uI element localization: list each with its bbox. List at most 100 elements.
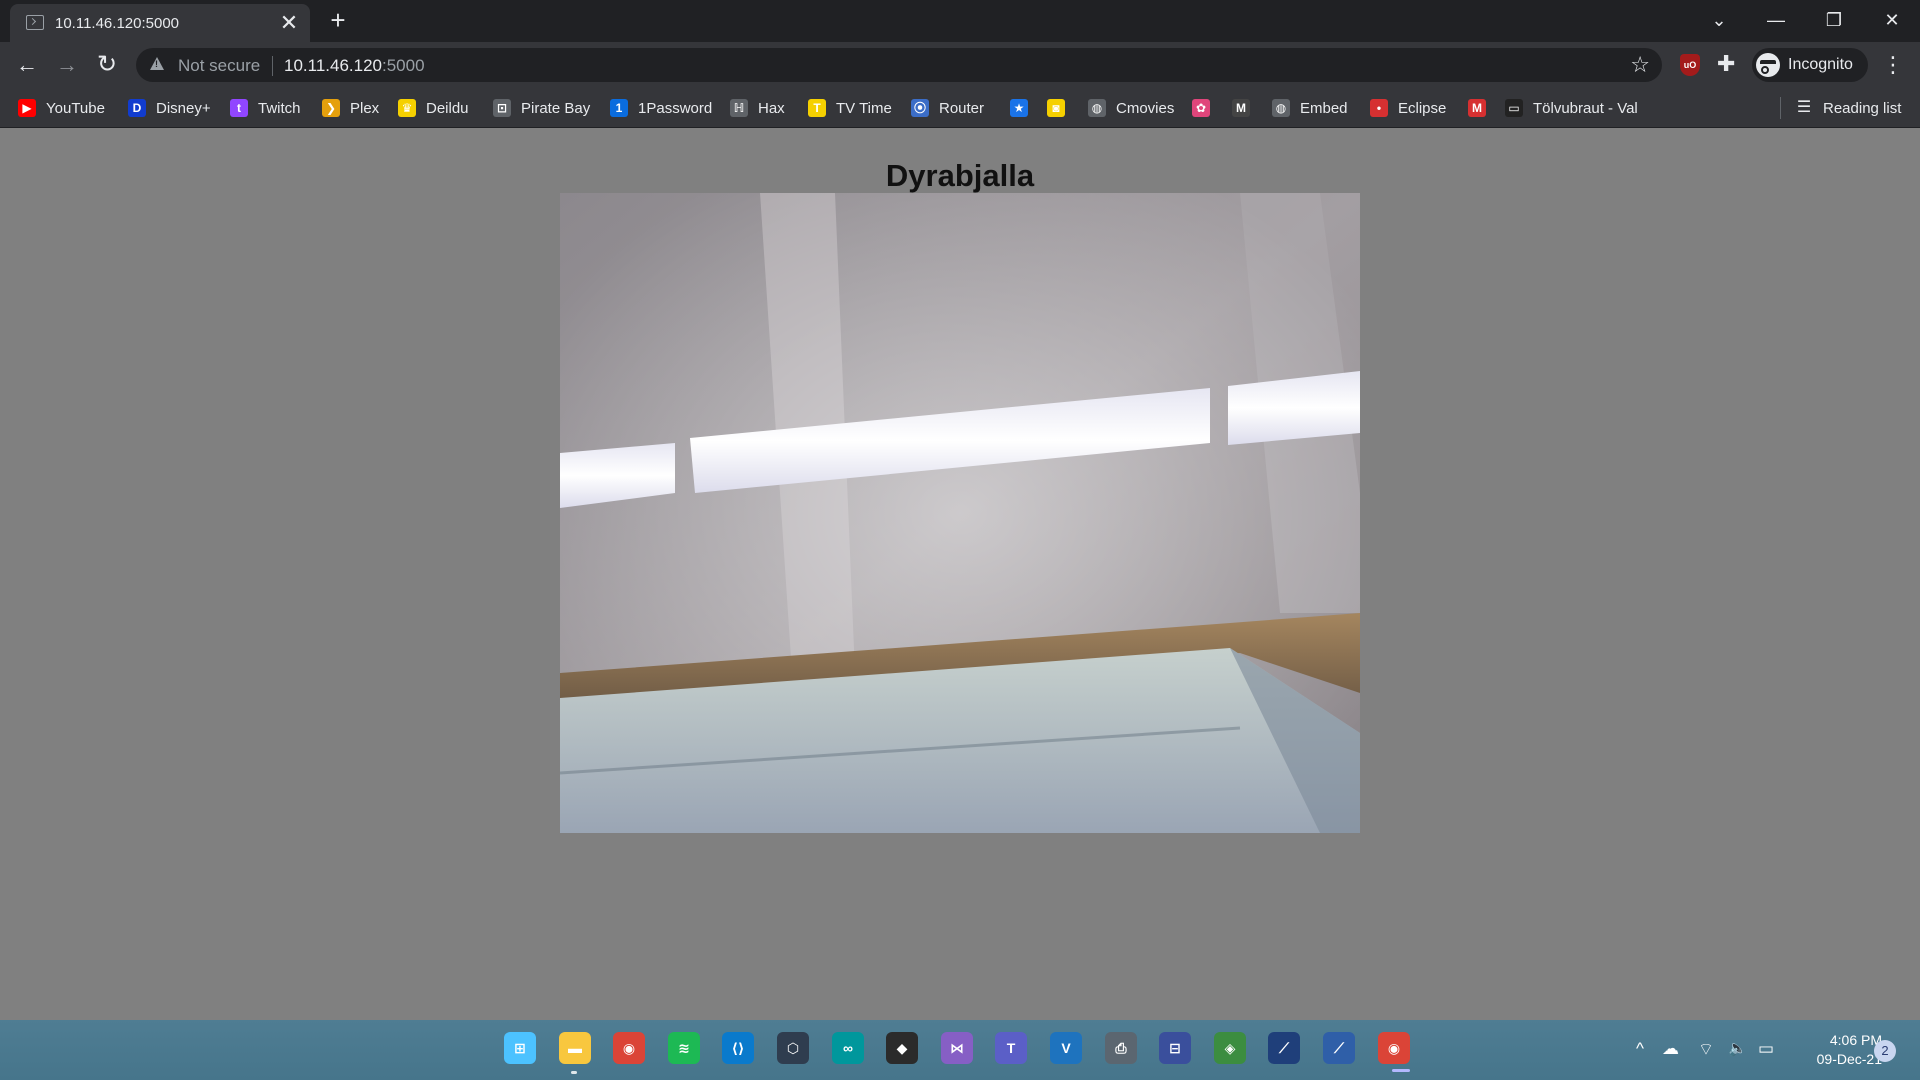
bookmark-item[interactable]: • Eclipse bbox=[1370, 96, 1446, 120]
taskbar-app-glyph: ◆ bbox=[896, 1040, 908, 1056]
url-port: :5000 bbox=[382, 56, 425, 75]
bookmark-item[interactable]: ◙ bbox=[1047, 96, 1065, 120]
bookmarks-separator bbox=[1780, 97, 1781, 119]
address-bar[interactable]: Not secure 10.11.46.120:5000 ☆ bbox=[136, 48, 1662, 82]
bookmark-item[interactable]: T TV Time bbox=[808, 96, 892, 120]
app-blue-1-icon[interactable]: ⟋ bbox=[1268, 1032, 1300, 1064]
visual-studio-icon[interactable]: ⋈ bbox=[941, 1032, 973, 1064]
bookmark-item[interactable]: t Twitch bbox=[230, 96, 301, 120]
close-tab-icon[interactable]: ✕ bbox=[278, 12, 300, 34]
bookmark-item[interactable]: ❯ Plex bbox=[322, 96, 379, 120]
taskbar-app-glyph: ⋈ bbox=[950, 1040, 964, 1056]
bookmark-label: Twitch bbox=[258, 99, 301, 117]
teams-icon[interactable]: T bbox=[995, 1032, 1027, 1064]
close-window-button[interactable]: ✕ bbox=[1869, 4, 1915, 36]
forward-button[interactable]: → bbox=[52, 50, 82, 80]
taskbar-app-glyph: T bbox=[1006, 1040, 1016, 1056]
back-button[interactable]: ← bbox=[12, 50, 42, 80]
wifi-icon[interactable]: ⌔ bbox=[1698, 1039, 1714, 1060]
clock-date[interactable]: 09-Dec-21 bbox=[1798, 1051, 1882, 1067]
bookmark-item[interactable]: ◍ Cmovies bbox=[1088, 96, 1174, 120]
browser-menu-icon[interactable]: ⋮ bbox=[1880, 50, 1906, 80]
bookmark-item[interactable]: ★ bbox=[1010, 96, 1028, 120]
incognito-icon bbox=[1756, 53, 1780, 77]
onedrive-icon[interactable]: ☁ bbox=[1662, 1039, 1679, 1059]
chrome-icon[interactable]: ◉ bbox=[613, 1032, 645, 1064]
virtualbox-icon[interactable]: ⬡ bbox=[777, 1032, 809, 1064]
bookmark-label: Deildu bbox=[426, 99, 469, 117]
bookmarks-bar: ▶ YouTube D Disney+ t Twitch ❯ Plex ♛ Deildu ⊡ Pira… bbox=[0, 87, 1920, 128]
bookmark-star-icon[interactable]: ☆ bbox=[1630, 52, 1650, 78]
minimize-button[interactable]: — bbox=[1753, 4, 1799, 36]
mm-icon: M bbox=[1232, 99, 1250, 117]
router-icon: ⦿ bbox=[911, 99, 929, 117]
app-blue-2-icon[interactable]: ⟋ bbox=[1323, 1032, 1355, 1064]
network-icon[interactable]: ⊟ bbox=[1159, 1032, 1191, 1064]
page-title: Dyrabjalla bbox=[885, 158, 1035, 193]
bookmark-label: YouTube bbox=[46, 99, 105, 117]
active-app-indicator bbox=[1392, 1069, 1410, 1072]
vscode-icon[interactable]: ⟨⟩ bbox=[722, 1032, 754, 1064]
ublock-icon[interactable]: uO bbox=[1680, 54, 1700, 76]
bookmark-item[interactable]: ▶ YouTube bbox=[18, 96, 105, 120]
taskbar-app-glyph: ⟨⟩ bbox=[731, 1040, 745, 1056]
warning-icon[interactable] bbox=[150, 57, 164, 70]
taskbar-app-glyph: ⟋ bbox=[1334, 1040, 1344, 1056]
url-text[interactable]: 10.11.46.120:5000 bbox=[284, 56, 425, 76]
volume-muted-icon[interactable]: 🔈 bbox=[1728, 1039, 1747, 1057]
tab-search-icon[interactable]: ⌄ bbox=[1696, 4, 1742, 36]
battery-icon[interactable]: ▭ bbox=[1758, 1039, 1774, 1059]
new-tab-button[interactable]: + bbox=[325, 7, 351, 34]
spotify-icon[interactable]: ≋ bbox=[668, 1032, 700, 1064]
bookmark-label: 1Password bbox=[638, 99, 713, 117]
bookmark-item[interactable]: ✿ bbox=[1192, 96, 1210, 120]
arduino-icon[interactable]: ∞ bbox=[832, 1032, 864, 1064]
windows-start-icon[interactable]: ⊞ bbox=[504, 1032, 536, 1064]
bookmark-item[interactable]: ⊡ Pirate Bay bbox=[493, 96, 590, 120]
incognito-label: Incognito bbox=[1788, 56, 1853, 73]
globe-icon: ◍ bbox=[1272, 99, 1290, 117]
inkscape-icon[interactable]: ◆ bbox=[886, 1032, 918, 1064]
browser-tab[interactable]: 10.11.46.120:5000 ✕ bbox=[10, 4, 310, 42]
flower-icon: ✿ bbox=[1192, 99, 1210, 117]
bookmark-item[interactable]: ♛ Deildu bbox=[398, 96, 469, 120]
extensions-puzzle-icon[interactable]: ✚ bbox=[1717, 51, 1735, 77]
taskbar-app-glyph: ≋ bbox=[678, 1040, 690, 1056]
printer-icon[interactable]: ⎙ bbox=[1105, 1032, 1137, 1064]
restore-button[interactable]: ❐ bbox=[1811, 4, 1857, 36]
tab-title: 10.11.46.120:5000 bbox=[55, 15, 180, 32]
bookmark-item[interactable]: ▭ Tölvubraut - Val bbox=[1505, 96, 1638, 120]
bookmark-item[interactable]: ◍ Embed bbox=[1272, 96, 1348, 120]
omnibox-divider bbox=[272, 56, 273, 76]
bookmark-item[interactable]: D Disney+ bbox=[128, 96, 211, 120]
file-explorer-icon[interactable]: ▬ bbox=[559, 1032, 591, 1064]
chrome-active-icon[interactable]: ◉ bbox=[1378, 1032, 1410, 1064]
hax-icon: ℍ bbox=[730, 99, 748, 117]
bookmark-item[interactable]: M bbox=[1232, 96, 1250, 120]
bookmark-label: TV Time bbox=[836, 99, 892, 117]
vs-code-alt-icon[interactable]: V bbox=[1050, 1032, 1082, 1064]
bookmark-item[interactable]: ℍ Hax bbox=[730, 96, 785, 120]
windows-taskbar: ⊞ ▬ ◉ ≋ ⟨⟩ ⬡ ∞ ◆ ⋈ T V ⎙ ⊟ ◈ ⟋ ⟋ ◉ ^ ☁ ⌔ 🔈 ▭ 4:06 PM 09-… bbox=[0, 1020, 1920, 1080]
reading-list-button[interactable]: ☰ Reading list bbox=[1795, 96, 1902, 120]
taskbar-app-glyph: ⎙ bbox=[1115, 1040, 1127, 1056]
browser-toolbar: ← → ↻ Not secure 10.11.46.120:5000 ☆ uO … bbox=[0, 42, 1920, 87]
running-indicator bbox=[571, 1071, 577, 1074]
bookmark-label: Embed bbox=[1300, 99, 1348, 117]
reload-button[interactable]: ↻ bbox=[92, 50, 122, 80]
laptop-icon: ▭ bbox=[1505, 99, 1523, 117]
notification-badge[interactable]: 2 bbox=[1874, 1040, 1896, 1062]
bookmark-label: Router bbox=[939, 99, 985, 117]
security-label[interactable]: Not secure bbox=[178, 56, 260, 76]
bookmark-item[interactable]: 1 1Password bbox=[610, 96, 712, 120]
map-tool-icon[interactable]: ◈ bbox=[1214, 1032, 1246, 1064]
bookmark-item[interactable]: M bbox=[1468, 96, 1486, 120]
url-host: 10.11.46.120 bbox=[284, 56, 382, 75]
taskbar-app-glyph: ◉ bbox=[622, 1040, 636, 1056]
clock-time[interactable]: 4:06 PM bbox=[1812, 1032, 1882, 1048]
tab-strip: 10.11.46.120:5000 ✕ + ⌄ — ❐ ✕ bbox=[0, 0, 1920, 42]
bookmark-item[interactable]: ⦿ Router bbox=[911, 96, 984, 120]
tray-chevron-icon[interactable]: ^ bbox=[1636, 1039, 1644, 1059]
camera-feed-image bbox=[560, 193, 1360, 833]
incognito-profile-button[interactable]: Incognito bbox=[1752, 48, 1868, 82]
